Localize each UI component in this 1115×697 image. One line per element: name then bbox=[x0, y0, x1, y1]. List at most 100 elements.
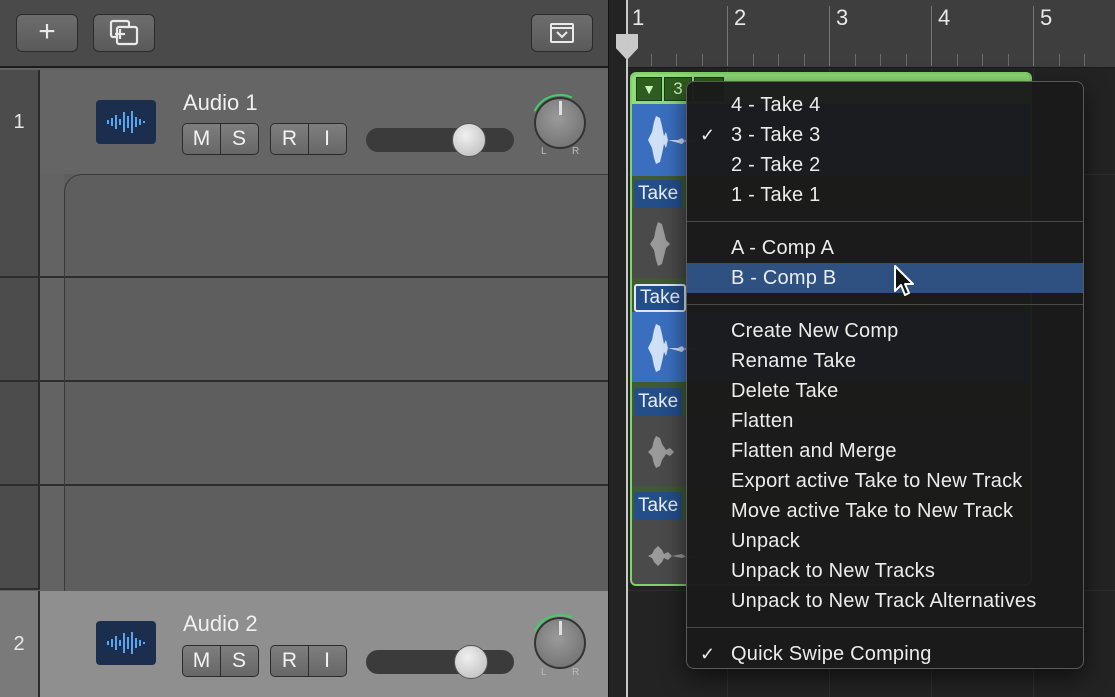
menu-item-quick-swipe-comping[interactable]: ✓ Quick Swipe Comping bbox=[687, 639, 1083, 669]
menu-item-label: Delete Take bbox=[731, 380, 839, 402]
menu-item-take-2[interactable]: 2 - Take 2 bbox=[687, 150, 1083, 180]
track-number: 2 bbox=[0, 591, 40, 697]
take-folder-lanes bbox=[0, 174, 624, 591]
menu-item-unpack-alternatives[interactable]: Unpack to New Track Alternatives bbox=[687, 586, 1083, 616]
menu-item-delete-take[interactable]: Delete Take bbox=[687, 376, 1083, 406]
bar-tick bbox=[727, 6, 728, 66]
bar-number: 5 bbox=[1040, 5, 1053, 30]
pan-left-label: L bbox=[541, 146, 547, 157]
bar-tick bbox=[829, 6, 830, 66]
mute-solo-group: M S bbox=[182, 645, 259, 677]
menu-item-label: Quick Swipe Comping bbox=[731, 643, 932, 665]
input-monitoring-button[interactable]: I bbox=[308, 124, 345, 154]
pan-right-label: R bbox=[572, 146, 580, 157]
new-track-with-duplicate-button[interactable] bbox=[93, 14, 155, 52]
add-track-button[interactable]: + bbox=[16, 14, 78, 52]
track-number: 1 bbox=[0, 70, 40, 174]
pan-right-label: R bbox=[572, 667, 580, 678]
mute-solo-group: M S bbox=[182, 123, 259, 155]
beat-tick bbox=[702, 54, 703, 66]
volume-slider-handle[interactable] bbox=[454, 645, 488, 679]
menu-item-unpack[interactable]: Unpack bbox=[687, 526, 1083, 556]
menu-item-label: Flatten bbox=[731, 410, 794, 432]
beat-tick bbox=[880, 54, 881, 66]
volume-slider-handle[interactable] bbox=[452, 123, 486, 157]
beat-tick bbox=[804, 54, 805, 66]
playhead-line bbox=[626, 0, 628, 697]
bar-ruler[interactable]: 1 2 3 4 5 bbox=[616, 0, 1115, 68]
track-header-audio-1[interactable]: 1 Audio 1 M S R I L R bbox=[0, 70, 610, 174]
volume-slider[interactable] bbox=[366, 645, 514, 679]
show-hide-panel-button[interactable] bbox=[531, 14, 593, 52]
beat-tick bbox=[906, 54, 907, 66]
track-name[interactable]: Audio 1 bbox=[183, 90, 258, 116]
menu-item-take-3[interactable]: ✓ 3 - Take 3 bbox=[687, 120, 1083, 150]
take-lane-number-cell bbox=[0, 174, 40, 278]
take-lane-number-cell bbox=[0, 382, 40, 486]
solo-button[interactable]: S bbox=[220, 124, 257, 154]
pan-knob[interactable] bbox=[534, 97, 586, 149]
record-input-group: R I bbox=[270, 645, 347, 677]
beat-tick bbox=[651, 54, 652, 66]
take-lane-number-cell bbox=[0, 278, 40, 382]
record-input-group: R I bbox=[270, 123, 347, 155]
menu-separator bbox=[687, 627, 1083, 628]
beat-tick bbox=[1008, 54, 1009, 66]
menu-item-move-take[interactable]: Move active Take to New Track bbox=[687, 496, 1083, 526]
take-label[interactable]: Take bbox=[634, 388, 683, 416]
menu-item-flatten[interactable]: Flatten bbox=[687, 406, 1083, 436]
menu-item-label: Export active Take to New Track bbox=[731, 470, 1023, 492]
menu-item-take-4[interactable]: 4 - Take 4 bbox=[687, 90, 1083, 120]
menu-item-label: Flatten and Merge bbox=[731, 440, 897, 462]
checkmark-icon: ✓ bbox=[700, 644, 716, 664]
menu-item-label: 4 - Take 4 bbox=[731, 94, 821, 116]
pan-left-label: L bbox=[541, 667, 547, 678]
logic-arrange-window: + 1 Audio 1 M S R I L R 2 Audio 2 M S R … bbox=[0, 0, 1115, 697]
menu-item-label: Create New Comp bbox=[731, 320, 899, 342]
track-header-panel: + 1 Audio 1 M S R I L R 2 Audio 2 M S R … bbox=[0, 0, 624, 697]
menu-item-take-1[interactable]: 1 - Take 1 bbox=[687, 180, 1083, 210]
audio-waveform-icon bbox=[96, 100, 156, 144]
mute-button[interactable]: M bbox=[183, 124, 220, 154]
bar-number: 1 bbox=[632, 5, 645, 30]
panel-divider[interactable] bbox=[608, 0, 628, 697]
mouse-pointer-icon bbox=[894, 265, 914, 296]
menu-separator bbox=[687, 304, 1083, 305]
menu-item-unpack-new-tracks[interactable]: Unpack to New Tracks bbox=[687, 556, 1083, 586]
menu-item-comp-a[interactable]: A - Comp A bbox=[687, 233, 1083, 263]
take-label[interactable]: Take bbox=[634, 284, 687, 312]
checkmark-icon: ✓ bbox=[700, 125, 716, 145]
record-enable-button[interactable]: R bbox=[271, 646, 308, 676]
panel-collapse-icon bbox=[550, 23, 574, 43]
menu-item-label: Unpack to New Track Alternatives bbox=[731, 590, 1037, 612]
volume-slider[interactable] bbox=[366, 123, 514, 157]
pan-knob[interactable] bbox=[534, 617, 586, 669]
menu-item-label: 3 - Take 3 bbox=[731, 124, 821, 146]
beat-tick bbox=[1059, 54, 1060, 66]
track-header-toolbar: + bbox=[0, 0, 610, 68]
mute-button[interactable]: M bbox=[183, 646, 220, 676]
track-header-audio-2[interactable]: 2 Audio 2 M S R I L R bbox=[0, 591, 610, 697]
beat-tick bbox=[753, 54, 754, 66]
bar-tick bbox=[931, 6, 932, 66]
take-label[interactable]: Take bbox=[634, 180, 683, 208]
take-folder-disclosure-button[interactable]: ▼ bbox=[636, 77, 662, 101]
solo-button[interactable]: S bbox=[220, 646, 257, 676]
menu-item-create-new-comp[interactable]: Create New Comp bbox=[687, 316, 1083, 346]
menu-item-label: 1 - Take 1 bbox=[731, 184, 821, 206]
take-label[interactable]: Take bbox=[634, 492, 683, 520]
beat-tick bbox=[1084, 54, 1085, 66]
audio-waveform-icon bbox=[96, 621, 156, 665]
input-monitoring-button[interactable]: I bbox=[308, 646, 345, 676]
menu-item-rename-take[interactable]: Rename Take bbox=[687, 346, 1083, 376]
track-name[interactable]: Audio 2 bbox=[183, 611, 258, 637]
bar-number: 3 bbox=[836, 5, 849, 30]
menu-item-comp-b[interactable]: B - Comp B bbox=[687, 263, 1083, 293]
record-enable-button[interactable]: R bbox=[271, 124, 308, 154]
beat-tick bbox=[676, 54, 677, 66]
menu-item-flatten-and-merge[interactable]: Flatten and Merge bbox=[687, 436, 1083, 466]
bar-tick bbox=[1033, 6, 1034, 66]
menu-item-label: Move active Take to New Track bbox=[731, 500, 1014, 522]
menu-item-export-take[interactable]: Export active Take to New Track bbox=[687, 466, 1083, 496]
take-lane-number-cell bbox=[0, 486, 40, 590]
